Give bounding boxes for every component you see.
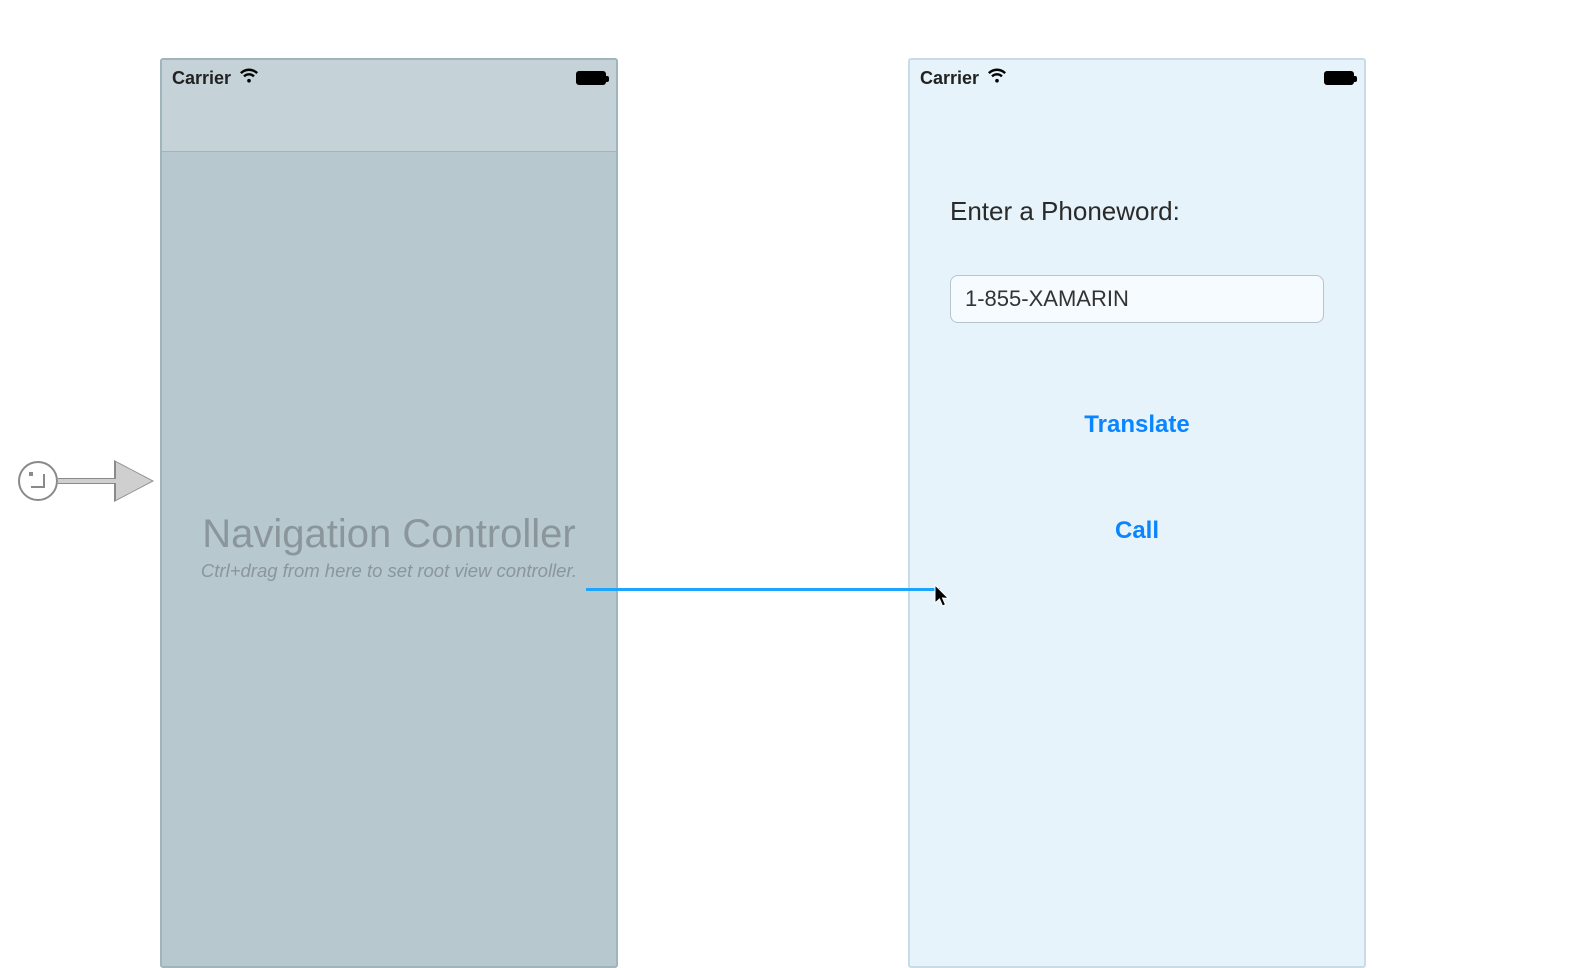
phoneword-input[interactable]: 1-855-XAMARIN — [950, 275, 1324, 323]
view-controller-scene[interactable]: Carrier Enter a Phoneword: 1-855-XAMARIN… — [908, 58, 1366, 968]
navigation-bar-placeholder — [162, 96, 616, 152]
nav-controller-title: Navigation Controller — [162, 512, 616, 557]
phoneword-prompt-label: Enter a Phoneword: — [950, 196, 1324, 227]
wifi-icon — [987, 68, 1007, 89]
battery-icon — [576, 71, 606, 85]
status-bar: Carrier — [910, 60, 1364, 96]
translate-button[interactable]: Translate — [950, 411, 1324, 439]
call-button[interactable]: Call — [950, 517, 1324, 545]
wifi-icon — [239, 68, 259, 89]
carrier-label: Carrier — [920, 68, 979, 89]
battery-icon — [1324, 71, 1354, 85]
entry-point-icon — [18, 461, 58, 501]
storyboard-entry-point-arrow[interactable] — [18, 456, 160, 506]
carrier-label: Carrier — [172, 68, 231, 89]
status-bar: Carrier — [162, 60, 616, 96]
segue-drag-line — [586, 588, 940, 591]
phoneword-input-value: 1-855-XAMARIN — [965, 286, 1129, 312]
nav-controller-hint: Ctrl+drag from here to set root view con… — [162, 560, 616, 582]
navigation-controller-scene[interactable]: Carrier Navigation Controller Ctrl+drag … — [160, 58, 618, 968]
